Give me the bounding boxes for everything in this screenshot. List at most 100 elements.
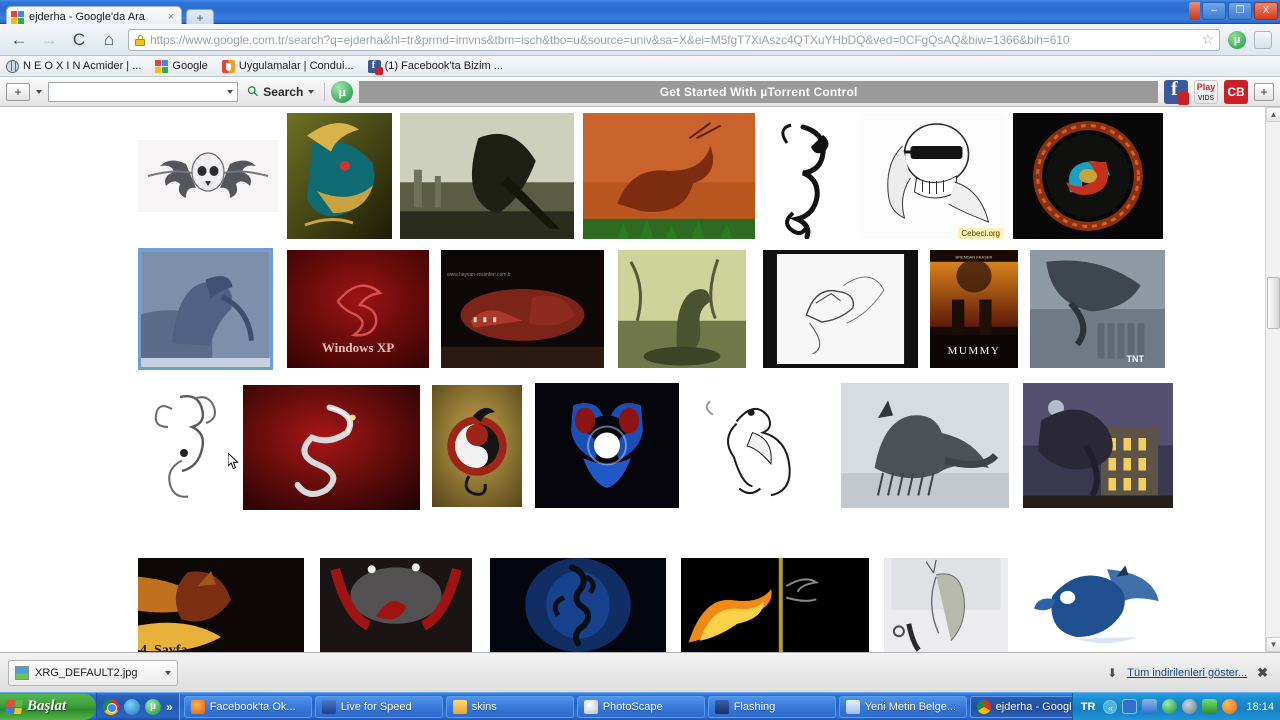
bookmark-uygulamalar[interactable]: Uygulamalar | Condui... <box>221 59 354 73</box>
thumb-cartoon-white-dragon[interactable] <box>697 390 829 502</box>
thumb-pencil-dragon-sketch[interactable] <box>140 383 232 508</box>
thumb-fire-breathing-dragon-dark[interactable] <box>138 558 304 652</box>
wrench-menu-icon[interactable] <box>1254 30 1272 49</box>
lock-icon <box>134 34 146 46</box>
forward-icon[interactable]: → <box>38 29 60 51</box>
thumb-teal-dragon-head[interactable] <box>287 113 392 239</box>
thumb-red-unicorn-dragon[interactable] <box>583 113 755 239</box>
bookmark-google[interactable]: Google <box>155 59 208 73</box>
utorrent-icon[interactable]: µ <box>145 698 161 715</box>
thumb-blue-ice-dragon[interactable] <box>1022 558 1174 652</box>
ie-icon[interactable] <box>124 698 140 715</box>
address-bar[interactable]: https://www.google.com.tr/search?q=ejder… <box>128 28 1220 51</box>
taskbar-button[interactable]: Flashing <box>707 695 836 718</box>
thumb-red-twin-dragon-smoke[interactable] <box>320 558 472 652</box>
toolbar-right-add-button[interactable]: + <box>1254 82 1274 101</box>
taskbar-button[interactable]: Facebook'ta Ok... <box>183 695 312 718</box>
thumb-dragon-over-house[interactable] <box>1023 383 1173 508</box>
google-icon <box>155 59 169 73</box>
thumb-grey-sketch-dragon-person[interactable] <box>884 558 1008 652</box>
download-item[interactable]: XRG_DEFAULT2.jpg <box>8 659 178 686</box>
taskbar-button[interactable]: ejderha - Googl... <box>969 695 1072 718</box>
bookmark-label: Uygulamalar | Condui... <box>238 60 354 72</box>
utorrent-extension-icon[interactable]: µ <box>1228 30 1246 49</box>
thumb-blue-dragon-orb[interactable] <box>535 383 679 508</box>
bookmark-star-icon[interactable]: ☆ <box>1201 31 1214 48</box>
thumb-dragon-head-sketch-white[interactable] <box>763 250 918 368</box>
thumb-grey-beast-dragon-sketch[interactable] <box>841 383 1009 508</box>
thumb-tribal-black-dragon[interactable] <box>765 113 849 239</box>
search-button-caret-icon[interactable] <box>308 89 315 94</box>
signal-icon[interactable] <box>1202 699 1218 714</box>
thumb-skull-sunglasses-sketch[interactable]: Cebeci.org <box>860 113 1005 239</box>
tray-expand-icon[interactable]: « <box>1103 699 1118 714</box>
toolbar-separator <box>324 82 326 101</box>
thumb-red-dinosaur-dragon[interactable]: www.hayvan-resimleri.com.tr <box>441 250 604 368</box>
thumb-dragon-skull-crest[interactable] <box>138 140 278 212</box>
thumb-blue-tribal-dragon[interactable] <box>490 558 666 652</box>
cb-icon[interactable]: CB <box>1224 79 1248 104</box>
toolbar-add-caret-icon[interactable] <box>36 89 42 94</box>
taskbar-button-label: ejderha - Googl... <box>995 700 1072 713</box>
thumb-circular-dragon-emblem[interactable] <box>1013 113 1163 239</box>
back-icon[interactable]: ← <box>8 29 30 51</box>
thumb-windows-xp-red-dragon[interactable]: Windows XP <box>287 250 429 368</box>
search-icon: ⚲ <box>243 81 263 101</box>
thumb-silver-dragon-red-bg[interactable] <box>243 385 420 510</box>
bookmark-facebook[interactable]: (1) Facebook'ta Bizim ... <box>367 59 503 75</box>
lfs-icon <box>321 699 336 714</box>
bookmark-neoxin[interactable]: N E O X I N Acmider | ... <box>6 59 141 73</box>
minimize-button[interactable]: – <box>1202 2 1226 20</box>
scroll-down-icon[interactable]: ▼ <box>1266 637 1280 652</box>
quicklaunch-more-icon[interactable]: » <box>166 700 173 714</box>
taskbar-button[interactable]: Yeni Metin Belge... <box>838 695 967 718</box>
scroll-up-icon[interactable]: ▲ <box>1266 107 1280 122</box>
start-button[interactable]: Başlat <box>0 693 96 720</box>
tab-close-icon[interactable]: × <box>165 11 177 23</box>
svg-text:MUMMY: MUMMY <box>948 345 1001 357</box>
downloads-shelf: XRG_DEFAULT2.jpg ⬇ Tüm indirilenleri gös… <box>0 652 1280 692</box>
thumb-blue-stone-dragon[interactable] <box>138 248 273 370</box>
taskbar-clock[interactable]: 18:14 <box>1246 701 1274 713</box>
show-all-downloads-link[interactable]: Tüm indirilenleri göster... <box>1127 667 1247 679</box>
home-icon[interactable]: ⌂ <box>98 29 120 51</box>
chrome-icon[interactable] <box>103 698 119 715</box>
close-button[interactable]: X <box>1254 2 1278 20</box>
network-icon[interactable] <box>1142 699 1158 714</box>
windows-taskbar: Başlat µ » Facebook'ta Ok... Live for Spe… <box>0 692 1280 720</box>
toolbar-add-button[interactable]: + <box>6 82 30 101</box>
address-bar-url: https://www.google.com.tr/search?q=ejder… <box>150 32 1070 47</box>
restore-button[interactable]: ❐ <box>1228 2 1252 20</box>
language-indicator[interactable]: TR <box>1081 701 1096 713</box>
taskbar-button[interactable]: PhotoScape <box>576 695 705 718</box>
utorrent-control-toolbar: + ⚲ Search µ Get Started With µTorrent C… <box>0 77 1280 107</box>
search-dropdown-caret-icon[interactable] <box>227 89 233 94</box>
download-menu-caret-icon[interactable] <box>165 670 171 675</box>
windows-flag-icon <box>5 699 23 714</box>
facebook-icon <box>367 59 383 75</box>
thumb-flame-dragon-black[interactable] <box>681 558 869 652</box>
messenger-icon[interactable] <box>1122 699 1138 714</box>
utorrent-banner[interactable]: Get Started With µTorrent Control <box>359 80 1158 103</box>
thumb-green-tree-dragon[interactable] <box>618 250 746 368</box>
alert-icon[interactable] <box>1222 699 1238 714</box>
downloads-shelf-actions: ⬇ Tüm indirilenleri göster... ✖ <box>1107 665 1272 681</box>
toolbar-search-input[interactable] <box>48 81 238 102</box>
taskbar-button[interactable]: Live for Speed <box>314 695 443 718</box>
toolbar-search-button[interactable]: ⚲ Search <box>243 81 318 101</box>
utorrent-tray-icon[interactable] <box>1162 699 1178 714</box>
taskbar-button[interactable]: skins <box>445 695 574 718</box>
scrollbar-thumb[interactable] <box>1267 277 1280 329</box>
thumb-mummy-movie-poster[interactable]: MUMMY BRENDAN FRASER <box>930 250 1018 368</box>
page-scrollbar[interactable]: ▲ ▼ <box>1265 107 1280 652</box>
utorrent-logo-icon[interactable]: µ <box>331 80 354 103</box>
facebook-icon[interactable] <box>1164 78 1189 105</box>
reload-icon[interactable]: C <box>68 29 90 51</box>
bookmark-label: Google <box>172 60 208 72</box>
thumb-black-winged-dragon-ruins[interactable] <box>400 113 574 239</box>
close-shelf-icon[interactable]: ✖ <box>1257 665 1268 681</box>
thumb-dragon-on-building-tnt[interactable]: TNT <box>1030 250 1165 368</box>
antivirus-icon[interactable] <box>1182 699 1198 714</box>
thumb-yin-yang-dragon[interactable] <box>432 385 522 507</box>
playvids-icon[interactable]: Play VIDS <box>1194 79 1218 104</box>
